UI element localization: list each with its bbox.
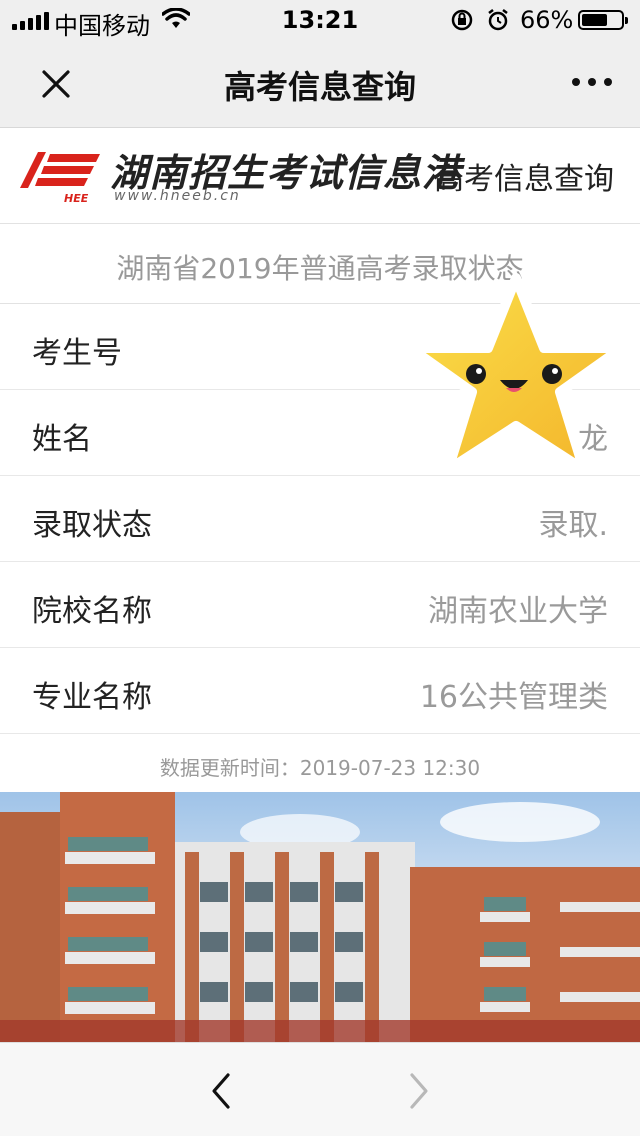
rotation-lock-icon <box>451 9 473 31</box>
row-label: 录取状态 <box>32 508 152 543</box>
more-icon[interactable] <box>572 78 612 86</box>
nav-bar: 高考信息查询 <box>0 40 640 128</box>
table-row: 专业名称 16公共管理类 <box>0 648 640 734</box>
row-value: 录取. <box>538 508 608 543</box>
nav-title: 高考信息查询 <box>223 68 416 106</box>
logo-text: HEE <box>64 192 89 205</box>
row-label: 姓名 <box>32 422 92 457</box>
status-bar: 中国移动 13:21 66% <box>0 0 640 40</box>
battery-percent: 66% <box>520 6 574 34</box>
site-subtitle: 高考信息查询 <box>434 162 614 197</box>
update-time: 数据更新时间：2019-07-23 12:30 <box>159 756 481 780</box>
bottom-toolbar <box>0 1042 640 1136</box>
site-url: www.hneeb.cn <box>114 188 241 204</box>
battery-fill <box>582 14 607 26</box>
row-label: 考生号 <box>32 336 122 371</box>
site-header: HEE 湖南招生考试信息港 www.hneeb.cn 高考信息查询 <box>0 128 640 224</box>
table-row: 院校名称 湖南农业大学 <box>0 562 640 648</box>
row-value: 湖南农业大学 <box>428 594 608 629</box>
row-label: 专业名称 <box>32 680 152 715</box>
battery-icon <box>578 10 628 30</box>
back-arrow-icon[interactable] <box>206 1071 236 1111</box>
logo-icon: HEE <box>20 152 100 205</box>
campus-photo <box>0 792 640 1042</box>
star-sticker-icon <box>405 273 627 475</box>
forward-arrow-icon[interactable] <box>404 1071 434 1111</box>
row-label: 院校名称 <box>32 594 152 629</box>
alarm-icon <box>488 9 508 31</box>
row-value: 16公共管理类 <box>419 680 608 715</box>
